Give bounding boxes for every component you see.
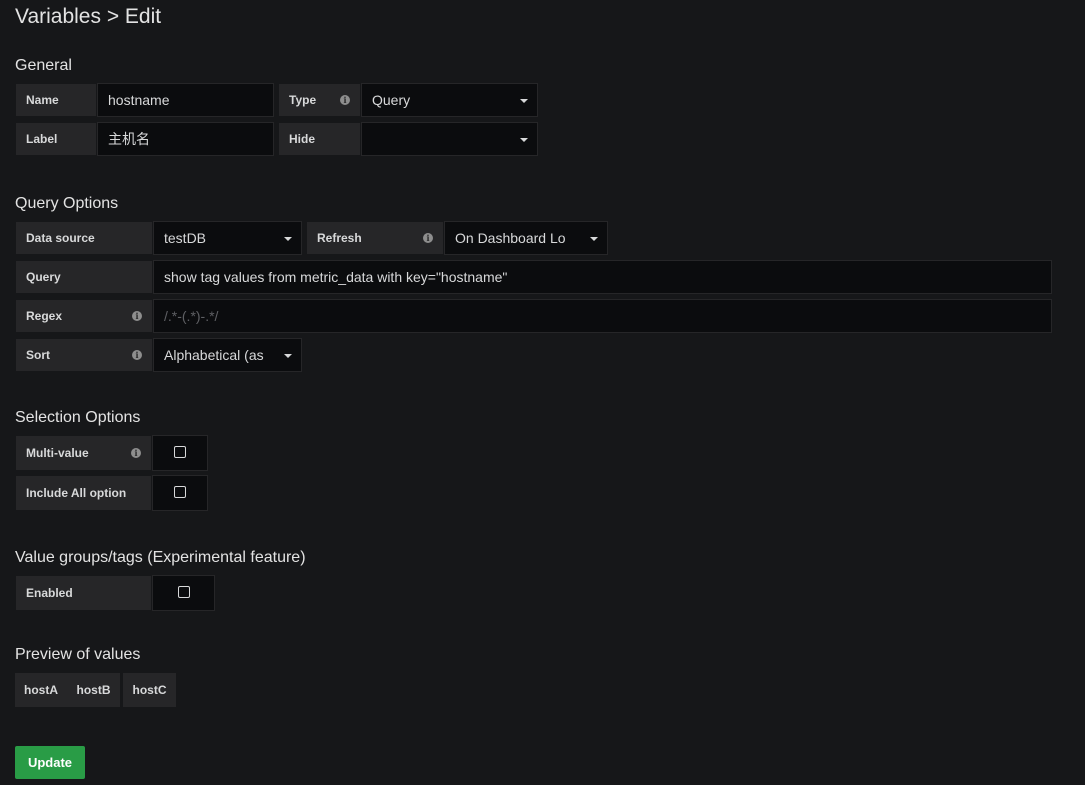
hide-select[interactable] xyxy=(361,122,538,156)
name-label: Name xyxy=(15,83,97,117)
query-label: Query xyxy=(15,260,153,294)
enabled-checkbox-cell[interactable] xyxy=(152,575,215,611)
name-input[interactable]: hostname xyxy=(97,83,274,117)
type-label: Type i xyxy=(278,83,361,117)
sort-label: Sort i xyxy=(15,338,153,372)
update-button[interactable]: Update xyxy=(15,746,85,779)
value-groups-section-title: Value groups/tags (Experimental feature) xyxy=(15,549,306,566)
caret-down-icon xyxy=(520,138,528,142)
include-all-label: Include All option xyxy=(15,475,152,511)
query-input[interactable]: show tag values from metric_data with ke… xyxy=(153,260,1052,294)
multi-value-label: Multi-value i xyxy=(15,435,152,471)
caret-down-icon xyxy=(520,99,528,103)
refresh-label: Refresh i xyxy=(306,221,444,255)
include-all-checkbox-cell[interactable] xyxy=(152,475,208,511)
caret-down-icon xyxy=(284,237,292,241)
hide-label: Hide xyxy=(278,122,361,156)
page-title: Variables > Edit xyxy=(15,5,162,28)
caret-down-icon xyxy=(284,354,292,358)
info-icon[interactable]: i xyxy=(131,448,141,458)
general-section-title: General xyxy=(15,57,72,74)
info-icon[interactable]: i xyxy=(132,350,142,360)
enabled-checkbox[interactable] xyxy=(178,586,190,598)
caret-down-icon xyxy=(590,237,598,241)
datasource-label: Data source xyxy=(15,221,153,255)
regex-input[interactable]: /.*-(.*)-.*/ xyxy=(153,299,1052,333)
multi-value-checkbox-cell[interactable] xyxy=(152,435,208,471)
label-label: Label xyxy=(15,122,97,156)
selection-options-section-title: Selection Options xyxy=(15,409,141,426)
info-icon[interactable]: i xyxy=(423,233,433,243)
info-icon[interactable]: i xyxy=(340,95,350,105)
label-input[interactable]: 主机名 xyxy=(97,122,274,156)
preview-value-tag: hostB xyxy=(67,673,120,707)
query-options-section-title: Query Options xyxy=(15,195,119,212)
multi-value-checkbox[interactable] xyxy=(174,446,186,458)
include-all-checkbox[interactable] xyxy=(174,486,186,498)
datasource-select[interactable]: testDB xyxy=(153,221,302,255)
enabled-label: Enabled xyxy=(15,575,152,611)
regex-label: Regex i xyxy=(15,299,153,333)
refresh-select[interactable]: On Dashboard Lo xyxy=(444,221,608,255)
preview-value-tag: hostC xyxy=(123,673,176,707)
preview-section-title: Preview of values xyxy=(15,646,141,663)
info-icon[interactable]: i xyxy=(132,311,142,321)
preview-value-tag: hostA xyxy=(15,673,67,707)
sort-select[interactable]: Alphabetical (as xyxy=(153,338,302,372)
type-select[interactable]: Query xyxy=(361,83,538,117)
